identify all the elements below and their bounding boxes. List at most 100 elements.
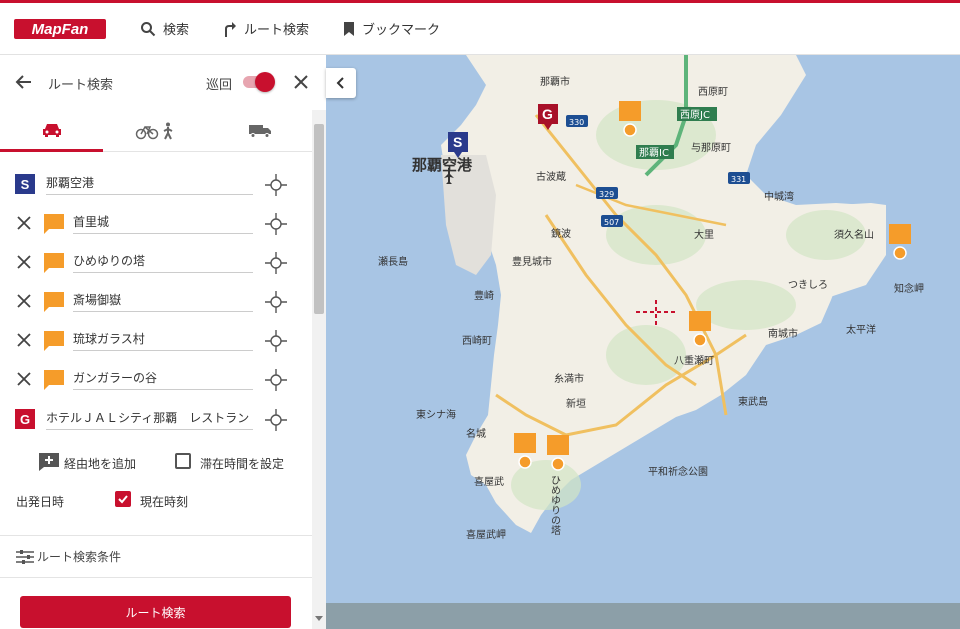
label-himeyuri: ひめゆりの塔 (549, 475, 561, 536)
route-via-row: 首里城 (0, 204, 312, 243)
svg-text:S: S (453, 134, 462, 150)
remove-icon[interactable] (17, 216, 31, 230)
route-via-row: 斎場御嶽 (0, 282, 312, 321)
map-canvas[interactable]: 那覇市 西原町 古波蔵 鏡波 豊見城市 大里 与那原町 瀬長島 豊崎 西崎町 糸… (326, 55, 960, 629)
route-search-button[interactable]: ルート検索 (20, 596, 291, 628)
route-panel: ルート検索 巡回 S 那覇空港 首里城 ひめゆりの塔 斎場御嶽 琉球ガラス村 ガ… (0, 55, 326, 629)
crosshair-icon[interactable] (265, 330, 287, 352)
car-icon (42, 123, 61, 137)
label-kiyamu-cape: 喜屋武岬 (466, 528, 506, 541)
flag-icon (44, 253, 64, 273)
label-east-china-sea: 東シナ海 (416, 408, 456, 421)
collapse-panel-button[interactable] (326, 68, 356, 98)
remove-icon[interactable] (17, 294, 31, 308)
svg-text:331: 331 (731, 175, 746, 184)
route-via-field[interactable]: 琉球ガラス村 (73, 327, 253, 351)
label-nakagusuku-bay: 中城湾 (764, 190, 794, 203)
crosshair-icon[interactable] (265, 291, 287, 313)
back-arrow-icon[interactable] (14, 72, 34, 92)
route-goal-field[interactable]: ホテルＪＡＬシティ那覇 レストラン (46, 406, 253, 430)
svg-text:G: G (542, 106, 553, 122)
label-tomigusuku: 豊見城市 (512, 255, 552, 268)
label-kyan-castle: 名城 (466, 427, 486, 440)
tab-truck[interactable] (207, 110, 312, 152)
mapfan-logo[interactable]: MapFan (14, 17, 106, 41)
crosshair-icon[interactable] (265, 213, 287, 235)
nav-search[interactable]: 検索 (140, 19, 189, 38)
panel-title: ルート検索 (48, 78, 114, 93)
label-chinen: 知念岬 (894, 282, 924, 295)
add-via-icon[interactable] (39, 453, 59, 471)
top-header: MapFan 検索 ルート検索 ブックマーク (0, 0, 960, 55)
route-331-shield: 331 (728, 172, 750, 184)
turn-arrow-icon (225, 21, 237, 37)
route-start-field[interactable]: 那覇空港 (46, 171, 253, 195)
panel-scrollbar[interactable] (312, 110, 326, 629)
remove-icon[interactable] (17, 333, 31, 347)
tab-car[interactable] (0, 110, 103, 152)
route-start-row: S 那覇空港 (0, 165, 312, 204)
scroll-down-arrow-icon[interactable] (315, 616, 323, 621)
route-goal-row: G ホテルＪＡＬシティ那覇 レストラン (0, 400, 312, 439)
route-via-field[interactable]: 斎場御嶽 (73, 288, 253, 312)
loop-toggle[interactable] (243, 72, 275, 92)
svg-text:507: 507 (604, 218, 619, 227)
flag-icon (44, 214, 64, 234)
route-via-field[interactable]: ひめゆりの塔 (73, 249, 253, 273)
route-via-field[interactable]: ガンガラーの谷 (73, 366, 253, 390)
remove-icon[interactable] (17, 372, 31, 386)
stay-time-checkbox[interactable] (175, 453, 191, 469)
crosshair-icon[interactable] (265, 252, 287, 274)
transport-mode-tabs (0, 110, 312, 152)
label-naha-city: 那覇市 (540, 75, 570, 88)
search-icon (141, 21, 156, 36)
tab-bicycle-walk[interactable] (103, 110, 207, 152)
flag-icon (44, 292, 64, 312)
label-yonabaru: 与那原町 (691, 142, 731, 154)
divider (0, 535, 312, 536)
via-marker-sefa-utaki[interactable] (889, 224, 911, 260)
nishihara-jc-badge: 西原JC (677, 107, 717, 121)
map-footer-bar (326, 603, 960, 629)
nav-route-label: ルート検索 (244, 23, 310, 38)
svg-text:西原JC: 西原JC (680, 109, 710, 121)
nav-route-search[interactable]: ルート検索 (223, 19, 309, 38)
close-icon[interactable] (292, 73, 310, 91)
route-via-row: ガンガラーの谷 (0, 360, 312, 399)
label-kohagura: 古波蔵 (536, 170, 566, 183)
label-naha-airport: 那覇空港 (412, 156, 473, 174)
check-icon (118, 495, 128, 504)
naha-ic-badge: 那覇IC (636, 145, 674, 159)
label-peace-park: 平和祈念公園 (648, 465, 708, 478)
loop-label: 巡回 (206, 78, 233, 93)
nav-bookmark[interactable]: ブックマーク (343, 19, 440, 38)
departure-label: 出発日時 (16, 495, 65, 509)
flag-icon (44, 331, 64, 351)
route-conditions-label: ルート検索条件 (37, 550, 122, 564)
now-checkbox[interactable] (115, 491, 131, 507)
label-nanjo: 南城市 (768, 327, 798, 340)
svg-text:329: 329 (599, 190, 614, 199)
label-itoman: 糸満市 (554, 372, 584, 385)
route-via-field[interactable]: 首里城 (73, 210, 253, 234)
label-ganeku: 鏡波 (551, 227, 571, 240)
flag-icon (44, 370, 64, 390)
remove-icon[interactable] (17, 255, 31, 269)
stay-time-label[interactable]: 滞在時間を設定 (200, 455, 284, 472)
label-kiyamu: 喜屋武 (474, 475, 504, 488)
crosshair-icon[interactable] (265, 369, 287, 391)
label-nishizaki: 西崎町 (462, 334, 492, 347)
now-label[interactable]: 現在時刻 (140, 493, 188, 510)
label-senaga: 瀬長島 (378, 255, 408, 268)
truck-icon (248, 125, 271, 138)
label-shinkaichi: 新垣 (566, 397, 586, 410)
route-conditions[interactable]: ルート検索条件 (16, 548, 121, 565)
add-via-button[interactable]: 経由地を追加 (64, 455, 136, 472)
bicycle-walk-icon (135, 122, 173, 140)
label-yaese: 八重瀬町 (674, 354, 714, 367)
departure-row: 出発日時 現在時刻 (0, 485, 312, 515)
scrollbar-thumb[interactable] (314, 124, 324, 314)
crosshair-icon[interactable] (265, 174, 287, 196)
divider (0, 577, 312, 578)
crosshair-icon[interactable] (265, 409, 287, 431)
